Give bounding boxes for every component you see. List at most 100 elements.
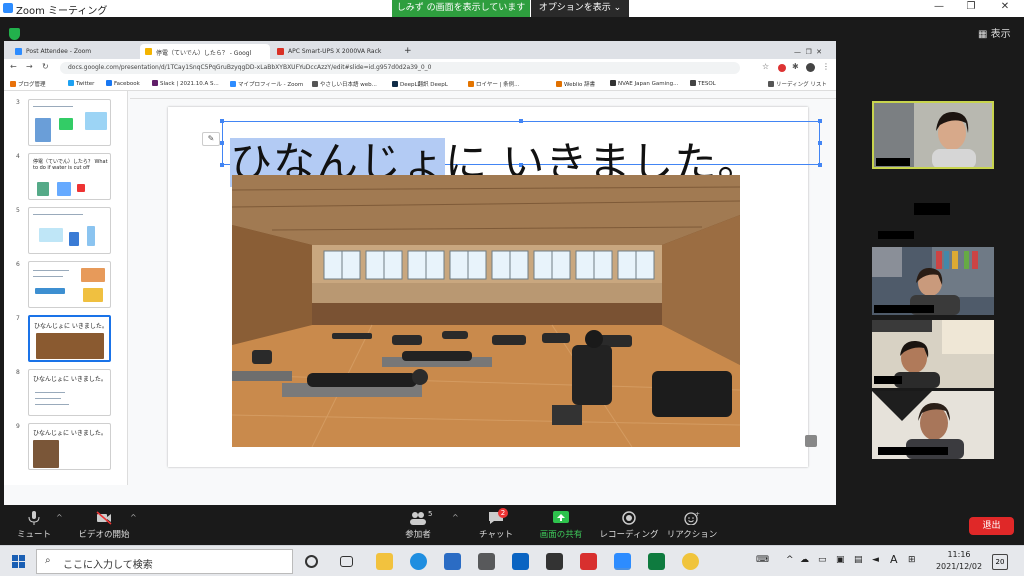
reactions-label: リアクション <box>666 530 718 540</box>
explore-button-icon[interactable] <box>805 435 817 447</box>
browser-tab-slides[interactable]: 停電（ていでん）したら？ - Googl <box>140 44 270 59</box>
app-icon[interactable] <box>546 553 563 570</box>
bookmark-item[interactable]: Twitter <box>68 80 94 87</box>
bookmark-item[interactable]: ブログ管理 <box>10 80 46 88</box>
bookmark-label: NVAE Japan Gaming... <box>618 81 679 87</box>
maximize-icon[interactable]: ❐ <box>956 1 986 12</box>
puzzle-icon[interactable]: ✱ <box>792 62 799 71</box>
thumb-number: 8 <box>16 369 20 376</box>
participant-video-off[interactable] <box>872 175 994 243</box>
share-screen-label: 画面の共有 <box>539 530 583 540</box>
record-button[interactable]: レコーディング <box>598 509 660 540</box>
view-button[interactable]: ▦ 表示 <box>978 25 1011 40</box>
paint-format-icon[interactable]: ✎ <box>202 132 220 146</box>
bookmark-item[interactable]: Facebook <box>106 80 140 87</box>
participant-video-active[interactable] <box>872 101 994 169</box>
smiley-plus-icon: + <box>684 511 700 525</box>
publisher-icon[interactable] <box>648 553 665 570</box>
browser-menu-icon[interactable]: ⋮ <box>822 62 830 71</box>
battery-icon[interactable]: ▭ <box>818 555 827 565</box>
bookmark-item[interactable]: DeepL翻訳 DeepL <box>392 80 448 88</box>
acrobat-icon[interactable] <box>580 553 597 570</box>
start-video-button[interactable]: ビデオの開始 <box>76 509 132 540</box>
tab-label: Post Attendee - Zoom <box>26 48 92 55</box>
audio-options-caret-icon[interactable]: ^ <box>56 513 63 522</box>
taskbar-search-box[interactable]: ⌕ ここに入力して検索 <box>36 549 293 574</box>
participant-name-redacted <box>914 203 950 215</box>
cloud-icon[interactable]: ☁ <box>800 555 809 565</box>
slide-thumbnail[interactable]: 停電（ていでん）したら？ What to do if water is cut … <box>28 153 111 200</box>
camera-icon[interactable]: ▣ <box>836 555 845 565</box>
evacuation-gym-photo[interactable] <box>232 175 740 447</box>
ime-indicator[interactable]: A <box>890 553 898 566</box>
close-icon[interactable]: ✕ <box>990 1 1020 12</box>
microphone-icon <box>28 511 40 525</box>
cortana-icon[interactable] <box>305 555 318 568</box>
bookmark-item[interactable]: ロイヤー | 条例... <box>468 80 519 88</box>
slide-thumbnail[interactable]: ひなんじょに いきました。 <box>28 423 111 470</box>
new-tab-plus-icon[interactable]: + <box>402 42 416 57</box>
bookmark-item[interactable]: TESOL <box>690 80 716 87</box>
leave-meeting-button[interactable]: 退出 <box>969 517 1014 535</box>
notification-center-icon[interactable]: 20 <box>992 554 1008 570</box>
bookmark-label: リーディング リスト <box>776 82 827 88</box>
slide-thumbnail[interactable] <box>28 261 111 308</box>
desktop: Zoom ミーティング しみず の画面を表示しています オプションを表示 ⌄ —… <box>0 0 1024 576</box>
chat-label: チャット <box>479 530 513 540</box>
tray-overflow-icon[interactable]: ^ <box>786 555 794 565</box>
network-icon[interactable]: ▤ <box>854 555 863 565</box>
calculator-icon[interactable] <box>478 553 495 570</box>
video-options-caret-icon[interactable]: ^ <box>130 513 137 522</box>
bookmark-item[interactable]: Slack | 2021.10.A S... <box>152 80 219 87</box>
zoom-favicon-icon <box>15 48 22 55</box>
bookmark-item[interactable]: NVAE Japan Gaming... <box>610 80 678 87</box>
edge-icon[interactable] <box>410 553 427 570</box>
browser-tab-zoom[interactable]: Post Attendee - Zoom <box>10 44 138 59</box>
browser-window-controls-icon[interactable]: — ❐ ✕ <box>794 44 834 59</box>
bookmark-label: ロイヤー | 条例... <box>476 82 520 88</box>
extension-icon[interactable] <box>778 64 786 72</box>
participant-video[interactable] <box>872 391 994 459</box>
participant-video[interactable] <box>872 247 994 315</box>
volume-icon[interactable]: ◄ <box>872 555 879 565</box>
back-arrow-icon[interactable]: ← <box>10 62 17 71</box>
current-slide[interactable]: ✎ ひなんじょに いきました。 <box>168 107 822 467</box>
slide-thumbnail[interactable]: ひなんじょに いきました。 <box>28 369 111 416</box>
view-options-button[interactable]: オプションを表示 ⌄ <box>531 0 629 17</box>
slide-thumbnail[interactable] <box>28 207 111 254</box>
zoom-taskbar-icon[interactable] <box>614 553 631 570</box>
vertical-scrollbar[interactable] <box>824 99 836 505</box>
bookmark-item[interactable]: やさしい日本語 web... <box>312 80 377 88</box>
keyboard-icon[interactable]: ⌨ <box>756 555 769 565</box>
participants-options-caret-icon[interactable]: ^ <box>452 513 459 522</box>
participant-video[interactable] <box>872 320 994 388</box>
url-field[interactable]: docs.google.com/presentation/d/1TCay1Snq… <box>60 62 740 74</box>
bookmark-item[interactable]: Weblio 辞書 <box>556 80 595 88</box>
star-icon[interactable]: ☆ <box>762 62 769 71</box>
thumb-number: 6 <box>16 261 20 268</box>
task-view-icon[interactable] <box>340 556 353 567</box>
bookmark-item[interactable]: マイプロフィール - Zoom <box>230 80 303 88</box>
minimize-icon[interactable]: — <box>924 1 954 12</box>
bookmark-item[interactable]: リーディング リスト <box>768 80 827 88</box>
ime-icon[interactable]: ⊞ <box>908 555 916 565</box>
profile-avatar[interactable] <box>806 63 815 72</box>
outlook-icon[interactable] <box>512 553 529 570</box>
chrome-icon[interactable] <box>682 553 699 570</box>
mail-icon[interactable] <box>444 553 461 570</box>
reload-icon[interactable]: ↻ <box>42 62 49 71</box>
browser-tab-apc[interactable]: APC Smart-UPS X 2000VA Rack <box>272 44 400 59</box>
thumb-title: 停電（ていでん）したら？ What to do if water is cut … <box>33 159 108 171</box>
mute-button[interactable]: ミュート <box>14 509 54 540</box>
slide-thumbnail-selected[interactable]: ひなんじょに いきました。 <box>28 315 111 362</box>
share-screen-button[interactable]: 画面の共有 <box>534 509 588 540</box>
chat-button[interactable]: チャット <box>476 509 516 540</box>
security-shield-icon[interactable] <box>9 28 20 40</box>
file-explorer-icon[interactable] <box>376 553 393 570</box>
system-clock[interactable]: 11:16 2021/12/02 <box>934 549 984 573</box>
slide-thumbnail[interactable] <box>28 99 111 146</box>
windows-start-icon[interactable] <box>12 555 25 568</box>
reactions-button[interactable]: + リアクション <box>666 509 718 540</box>
forward-arrow-icon[interactable]: → <box>26 62 33 71</box>
participants-icon <box>410 512 426 525</box>
